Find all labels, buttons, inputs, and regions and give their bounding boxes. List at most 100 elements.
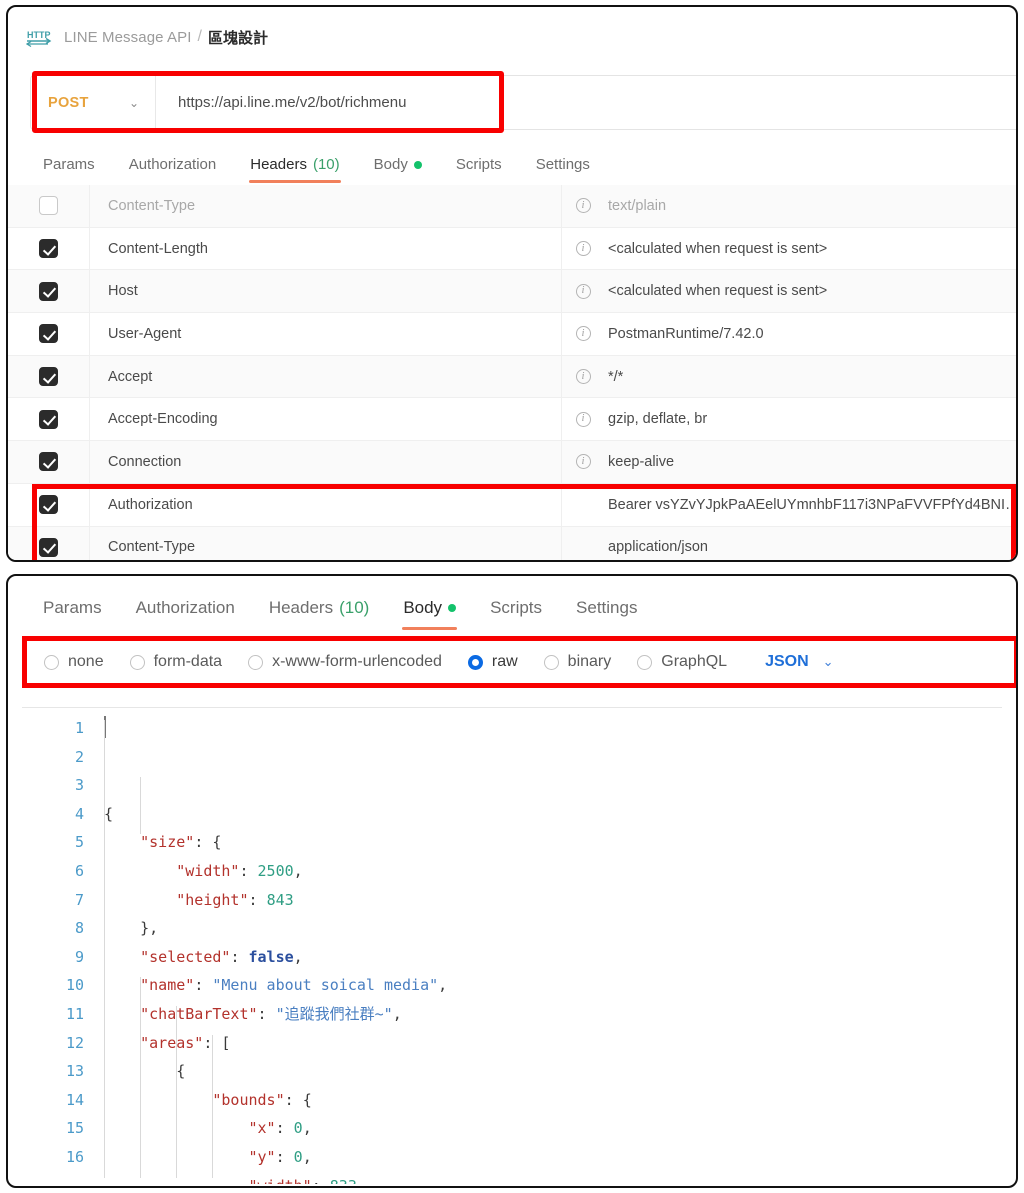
header-value-cell[interactable]: application/json — [604, 527, 1016, 561]
header-key-cell[interactable]: User-Agent — [90, 313, 562, 355]
http-method-select[interactable]: POST ⌄ — [31, 76, 156, 129]
header-checkbox[interactable] — [39, 324, 58, 344]
header-enabled-cell[interactable] — [8, 185, 90, 227]
tab-params[interactable]: Params — [26, 598, 119, 630]
tab-authorization[interactable]: Authorization — [112, 156, 234, 183]
code-line: "x": 0, — [104, 1114, 1002, 1143]
header-key-cell[interactable]: Content-Type — [90, 526, 562, 560]
header-enabled-cell[interactable] — [8, 270, 90, 313]
code-line: "width": 2500, — [104, 857, 1002, 886]
header-checkbox[interactable] — [39, 495, 58, 515]
info-icon[interactable]: i — [575, 198, 591, 214]
info-icon[interactable]: i — [575, 326, 591, 342]
indent-guide — [104, 720, 105, 1178]
code-line: { — [104, 1057, 1002, 1086]
header-key-cell[interactable]: Accept — [90, 355, 562, 398]
code-token-num: 0 — [293, 1119, 303, 1138]
body-type-none[interactable]: none — [44, 653, 104, 671]
radio-icon[interactable] — [129, 654, 145, 670]
header-enabled-cell[interactable] — [8, 526, 90, 560]
tab-label: Scripts — [455, 156, 502, 173]
body-type-raw[interactable]: raw — [467, 653, 518, 671]
header-enabled-cell[interactable] — [8, 355, 90, 398]
header-value-cell[interactable]: gzip, deflate, br — [604, 398, 1016, 440]
header-key-cell[interactable]: Accept-Encoding — [90, 398, 562, 441]
tab-label: Authorization — [128, 156, 217, 173]
header-checkbox[interactable] — [39, 367, 58, 387]
tab-authorization[interactable]: Authorization — [119, 598, 252, 630]
header-checkbox[interactable] — [39, 537, 58, 557]
header-enabled-cell[interactable] — [8, 483, 90, 526]
url-input[interactable] — [156, 94, 1016, 111]
code-token-punc: : — [239, 861, 258, 880]
body-code-editor[interactable]: 1 2 3 4 5 6 7 8 9 10 11 12 13 14 15 16 { "size": { "wid… — [22, 707, 1002, 1184]
body-type-GraphQL[interactable]: GraphQL — [637, 653, 727, 671]
header-checkbox[interactable] — [39, 239, 58, 259]
editor-code-content[interactable]: { "size": { "width": 2500, "height": 843… — [96, 714, 1002, 1184]
header-value-cell[interactable]: PostmanRuntime/7.42.0 — [604, 313, 1016, 355]
header-enabled-cell[interactable] — [8, 313, 90, 355]
line-number: 10 — [65, 976, 84, 995]
tab-headers[interactable]: Headers (10) — [252, 598, 387, 630]
code-token-punc: : — [230, 947, 249, 966]
tab-body[interactable]: Body — [386, 598, 473, 630]
table-row[interactable]: Accept i */* — [8, 355, 1016, 399]
radio-icon[interactable] — [248, 654, 264, 670]
tab-scripts[interactable]: Scripts — [439, 156, 519, 183]
table-row[interactable]: Authorization Bearer vsYZvYJpkPaAEelUYmnh… — [8, 483, 1016, 527]
code-token-punc — [104, 976, 140, 994]
request-tabs-top: Params Authorization Headers (10) Body Script… — [8, 145, 607, 183]
tab-count: (10) — [339, 598, 370, 617]
code-token-punc: : — [275, 1147, 294, 1166]
header-value-cell[interactable]: */* — [604, 356, 1016, 398]
header-value-cell[interactable]: <calculated when request is sent> — [604, 228, 1016, 270]
table-row[interactable]: Accept-Encoding i gzip, deflate, br — [8, 398, 1016, 442]
body-type-form-data[interactable]: form-data — [129, 653, 222, 671]
body-type-x-www-form-urlencoded[interactable]: x-www-form-urlencoded — [248, 653, 442, 671]
tab-settings[interactable]: Settings — [519, 156, 607, 183]
chevron-down-icon: ⌄ — [822, 654, 834, 669]
table-row[interactable]: Content-Length i <calculated when request … — [8, 227, 1016, 271]
radio-icon[interactable] — [637, 654, 653, 670]
radio-icon[interactable] — [467, 654, 483, 670]
header-checkbox[interactable] — [39, 196, 58, 216]
header-key-cell[interactable]: Connection — [90, 441, 562, 483]
header-value-cell[interactable]: text/plain — [604, 185, 1016, 227]
header-enabled-cell[interactable] — [8, 227, 90, 270]
info-icon[interactable]: i — [575, 283, 591, 299]
breadcrumb-root[interactable]: LINE Message API — [64, 29, 192, 46]
header-key-cell[interactable]: Host — [90, 270, 562, 313]
table-row[interactable]: User-Agent i PostmanRuntime/7.42.0 — [8, 313, 1016, 356]
tab-params[interactable]: Params — [26, 156, 112, 183]
header-checkbox[interactable] — [39, 281, 58, 301]
header-enabled-cell[interactable] — [8, 398, 90, 441]
radio-icon[interactable] — [44, 654, 59, 670]
header-key-cell[interactable]: Content-Length — [90, 227, 562, 270]
table-row[interactable]: Content-Type i text/plain — [8, 185, 1016, 228]
body-format-select[interactable]: JSON ⌄ — [765, 653, 833, 671]
header-value-cell[interactable]: keep-alive — [604, 441, 1016, 483]
info-icon[interactable]: i — [575, 454, 591, 470]
info-icon[interactable]: i — [575, 369, 591, 385]
header-key-cell[interactable]: Content-Type — [90, 185, 562, 227]
tab-headers[interactable]: Headers (10) — [233, 156, 356, 183]
table-row[interactable]: Host i <calculated when request is sent> — [8, 270, 1016, 314]
radio-icon[interactable] — [543, 654, 559, 670]
table-row[interactable]: Content-Type application/json — [8, 526, 1016, 561]
table-row[interactable]: Connection i keep-alive — [8, 441, 1016, 484]
tab-label: Body — [373, 156, 408, 173]
header-checkbox[interactable] — [39, 452, 58, 472]
tab-settings[interactable]: Settings — [559, 598, 654, 630]
tab-body[interactable]: Body — [357, 156, 439, 183]
header-value-cell[interactable]: <calculated when request is sent> — [604, 270, 1016, 312]
header-enabled-cell[interactable] — [8, 441, 90, 483]
tab-scripts[interactable]: Scripts — [473, 598, 559, 630]
body-type-binary[interactable]: binary — [543, 653, 611, 671]
info-icon[interactable]: i — [575, 411, 591, 427]
url-bar: POST ⌄ — [30, 75, 1016, 130]
header-info-cell: i — [562, 398, 604, 440]
header-value-cell[interactable]: Bearer vsYZvYJpkPaAEelUYmnhbF117i3NPaFVV… — [604, 484, 1016, 526]
info-icon[interactable]: i — [575, 241, 591, 257]
header-checkbox[interactable] — [39, 409, 58, 429]
header-key-cell[interactable]: Authorization — [90, 483, 562, 526]
